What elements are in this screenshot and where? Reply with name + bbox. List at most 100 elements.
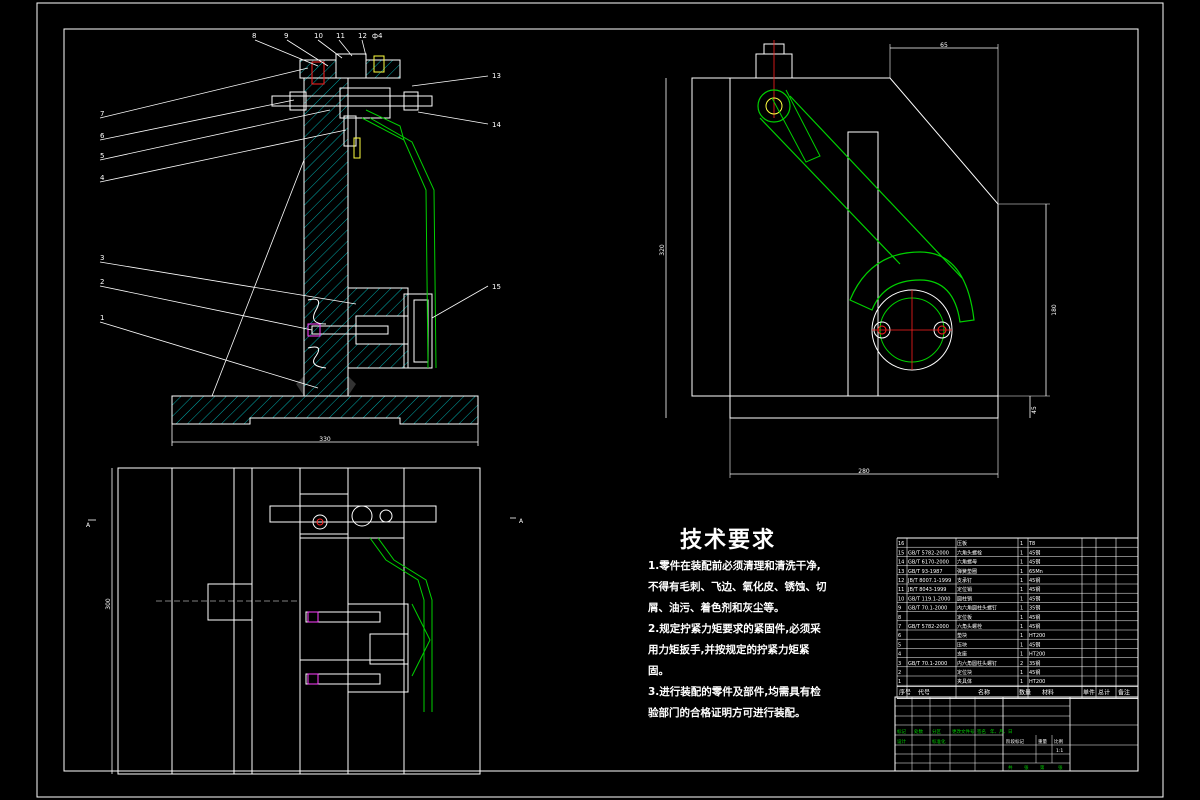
bom-row-code: JB/T 8043-1999 — [907, 587, 947, 593]
tech-requirements-list: 1.零件在装配前必须清理和清洗干净,不得有毛刺、飞边、氧化皮、锈蚀、切屑、油污、… — [648, 556, 828, 724]
title-block: 标记 处数 分区 更改文件号 签名 年、月、日设计 标准化 阶段标记 重量 比例 1:1 共 张 第 张 — [894, 696, 1139, 772]
bom-row-name: 定位块 — [957, 669, 972, 676]
bom-row-qty: 1 — [1020, 569, 1023, 575]
bom-row-name: 内六角圆柱头螺钉 — [957, 605, 997, 612]
bom-row-no: 13 — [898, 569, 904, 575]
title-block-field: 重量 — [1038, 738, 1047, 745]
bom-row-qty: 1 — [1020, 642, 1023, 648]
title-block-footer: 张 — [1058, 764, 1063, 771]
bom-row-no: 4 — [898, 652, 901, 658]
bom-row-name: 支座 — [957, 651, 967, 658]
section-mark-left: A — [86, 522, 91, 529]
bom-row-name: 定位板 — [957, 614, 972, 621]
bom-row-qty: 1 — [1020, 550, 1023, 556]
side-view: 320 65 180 45 280 — [659, 40, 1058, 478]
bom-row-name: 弹簧垫圈 — [957, 568, 977, 575]
bom-row-code: GB/T 6170-2000 — [908, 560, 949, 566]
bom-row-qty: 1 — [1020, 624, 1023, 630]
bom-header-cell: 名称 — [978, 688, 990, 696]
bom-table: 16 压板 1 T815 GB/T 5782-2000 六角头螺栓 1 45钢14 GB/T 6… — [896, 537, 1139, 699]
bom-row-qty: 1 — [1020, 670, 1023, 676]
title-block-label: 标记 — [897, 728, 906, 735]
bom-row-code: JB/T 8007.1-1999 — [907, 578, 951, 584]
bom-row-qty: 1 — [1020, 541, 1023, 547]
bom-row-no: 8 — [898, 615, 901, 621]
bom-row-qty: 1 — [1020, 560, 1023, 566]
bom-row-no: 7 — [898, 624, 901, 630]
part-label-12: 12 — [358, 32, 367, 40]
bom-row-code: GB/T 70.1-2000 — [908, 606, 947, 612]
bom-row-name: 夹具体 — [957, 678, 972, 685]
bom-row-no: 3 — [898, 661, 901, 667]
bom-row-material: 45钢 — [1029, 614, 1040, 621]
bom-header-cell: 单件 — [1083, 688, 1095, 696]
dim-side-mid: 180 — [1051, 304, 1058, 316]
bom-row-qty: 1 — [1020, 606, 1023, 612]
part-label-9: 9 — [284, 32, 288, 40]
bom-row-code: GB/T 93-1987 — [908, 569, 943, 575]
dim-top-view: 300 — [105, 598, 112, 610]
bom-row-material: 45钢 — [1029, 559, 1040, 566]
bom-row-name: 内六角圆柱头螺钉 — [957, 660, 997, 667]
part-label-4: 4 — [100, 174, 105, 182]
title-block-field: 标准化 — [932, 738, 946, 745]
drawing-canvas: 330 7 6 5 4 3 2 1 8 9 10 11 12 ф4 13 14 … — [36, 2, 1164, 798]
bom-row-material: 45钢 — [1029, 595, 1040, 602]
bom-row-name: 垫块 — [957, 632, 967, 639]
bom-row-qty: 1 — [1020, 652, 1023, 658]
bom-row-qty: 1 — [1020, 633, 1023, 639]
part-label-phi4: ф4 — [372, 32, 383, 40]
part-label-7: 7 — [100, 110, 104, 118]
dim-side-height: 320 — [659, 244, 666, 256]
tech-requirement-1: 1.零件在装配前必须清理和清洗干净,不得有毛刺、飞边、氧化皮、锈蚀、切屑、油污、… — [648, 560, 827, 614]
bom-row-no: 12 — [898, 578, 904, 584]
bom-row-name: 支承钉 — [957, 577, 972, 584]
title-block-scale: 1:1 — [1056, 748, 1063, 754]
bom-row-no: 10 — [898, 596, 904, 602]
bom-row-no: 15 — [898, 550, 904, 556]
bom-row-material: 35钢 — [1029, 660, 1040, 667]
tech-requirements-title: 技术要求 — [680, 528, 777, 553]
title-block-field: 比例 — [1054, 738, 1063, 745]
bom-row-material: 35钢 — [1029, 605, 1040, 612]
dim-side-top: 65 — [940, 42, 948, 49]
bom-header-cell: 序号 — [899, 688, 911, 696]
bom-row-no: 9 — [898, 606, 901, 612]
bom-row-material: 45钢 — [1029, 669, 1040, 676]
part-label-14: 14 — [492, 121, 501, 129]
part-label-8: 8 — [252, 32, 256, 40]
bom-row-code: GB/T 70.1-2000 — [908, 661, 947, 667]
bom-row-no: 14 — [898, 560, 904, 566]
bom-row-qty: 1 — [1020, 615, 1023, 621]
bom-header-cell: 备注 — [1118, 688, 1130, 696]
bom-row-no: 6 — [898, 633, 901, 639]
bom-row-material: T8 — [1028, 541, 1035, 547]
section-mark-right: A — [519, 518, 524, 525]
title-block-label: 处数 — [914, 728, 923, 735]
dim-side-low: 45 — [1031, 406, 1038, 414]
title-block-footer: 第 — [1040, 764, 1045, 771]
title-block-field: 设计 — [897, 738, 906, 745]
bom-row-name: 六角头螺栓 — [957, 623, 982, 630]
bom-row-name: 定位销 — [957, 586, 972, 593]
part-label-3: 3 — [100, 254, 104, 262]
bom-row-material: HT200 — [1029, 679, 1045, 685]
bom-row-no: 11 — [898, 587, 904, 593]
title-block-label: 分区 — [932, 728, 941, 735]
bom-row-qty: 1 — [1020, 679, 1023, 685]
bom-row-name: 圆柱销 — [957, 595, 972, 602]
title-block-footer: 共 — [1008, 764, 1013, 771]
bom-row-name: 六角螺母 — [957, 559, 977, 566]
bom-header-cell: 数量 — [1019, 688, 1031, 696]
bom-header-cell: 材料 — [1042, 688, 1054, 696]
bom-row-code: GB/T 5782-2000 — [908, 624, 949, 630]
bom-row-material: 45钢 — [1029, 549, 1040, 556]
bom-row-qty: 1 — [1020, 596, 1023, 602]
bom-row-material: 65Mn — [1029, 569, 1043, 575]
title-block-label: 年、月、日 — [990, 728, 1013, 735]
tech-requirement-2: 2.规定拧紧力矩要求的紧固件,必须采用力矩扳手,并按规定的拧紧力矩紧固。 — [648, 623, 821, 677]
front-section-view: 330 — [171, 53, 479, 446]
part-label-15: 15 — [492, 283, 501, 291]
bom-row-material: 45钢 — [1029, 641, 1040, 648]
bom-row-no: 2 — [898, 670, 901, 676]
